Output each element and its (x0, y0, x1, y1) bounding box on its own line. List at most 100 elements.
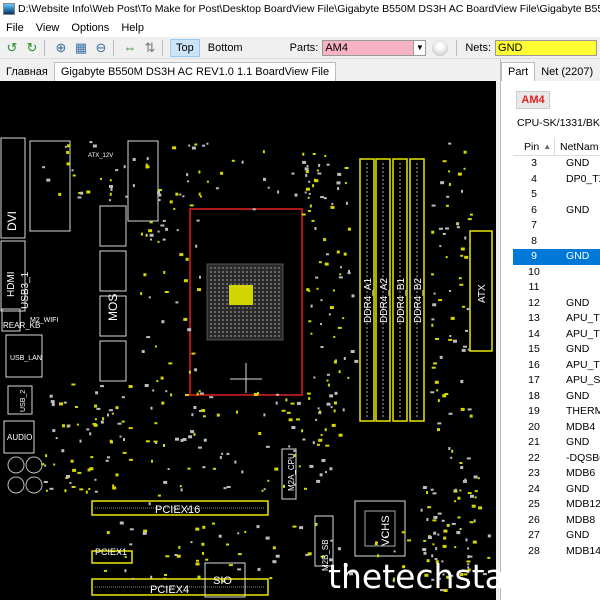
table-row[interactable]: 15 GND (513, 342, 600, 358)
sort-up-icon: ▲ (543, 142, 552, 151)
table-row[interactable]: 6 GND (513, 203, 600, 219)
pin-cell: 18 (528, 389, 540, 402)
pin-cell: 10 (528, 265, 540, 278)
table-row[interactable]: 21 GND (513, 435, 600, 451)
netname-cell (555, 234, 600, 250)
rotate-left-icon[interactable]: ↺ (4, 40, 20, 56)
menu-options[interactable]: Options (65, 22, 115, 34)
menu-view[interactable]: View (30, 22, 66, 34)
nets-search-input[interactable]: GND (495, 39, 598, 56)
pin-cell: 22 (528, 451, 540, 464)
netname-cell: APU_TD (566, 327, 600, 340)
table-row[interactable]: 19 THERM (513, 404, 600, 420)
menu-help[interactable]: Help (115, 22, 150, 34)
pin-cell: 27 (528, 529, 540, 541)
usb-lan-label: USB_LAN (10, 355, 42, 362)
mos-label: MOS (106, 294, 120, 321)
pciex1-label: PCIEX1 (95, 547, 127, 557)
table-row[interactable]: 7 (513, 218, 600, 234)
zoom-fit-icon[interactable]: ▦ (73, 40, 89, 56)
toolbar: ↺ ↻ ⊕ ▦ ⊖ ⇔ ⇅ Top Bottom Parts: AM4 ▼ Ne… (0, 37, 600, 59)
bottom-side-button[interactable]: Bottom (203, 40, 248, 56)
table-row[interactable]: 5 (513, 187, 600, 203)
menu-bar: File View Options Help (0, 18, 600, 37)
rotate-right-icon[interactable]: ↻ (24, 40, 40, 56)
usb-2-label: USB_2 (20, 390, 27, 412)
column-header-netname[interactable]: NetNam (555, 138, 599, 155)
title-bar: D:\Website Info\Web Post\To Make for Pos… (0, 0, 600, 18)
table-row[interactable]: 11 (513, 280, 600, 296)
netname-cell: THERM (566, 405, 600, 417)
table-row[interactable]: 14 APU_TD (513, 327, 600, 343)
netname-cell: APU_TE (566, 358, 600, 371)
table-row[interactable]: 17 APU_S\ (513, 373, 600, 389)
table-row[interactable]: 4 DP0_TX (513, 172, 600, 188)
pciex16-label: PCIEX16 (155, 504, 200, 516)
ddr4-b1-label: DDR4_B1 (396, 278, 407, 323)
column-header-pin[interactable]: Pin ▲ (513, 138, 555, 155)
netname-cell: APU_TE (566, 312, 600, 324)
table-row[interactable]: 12 GND (513, 296, 600, 312)
parts-search-input[interactable]: AM4 (322, 39, 415, 56)
pin-cell: 5 (531, 188, 537, 200)
netname-cell (555, 218, 600, 234)
table-row[interactable]: 25 MDB12 (513, 497, 600, 513)
netname-cell: GND (566, 529, 590, 541)
pin-cell: 12 (528, 296, 540, 309)
table-row[interactable]: 16 APU_TE (513, 358, 600, 374)
pin-cell: 14 (528, 327, 540, 340)
menu-file[interactable]: File (0, 22, 30, 34)
zoom-in-icon[interactable]: ⊕ (53, 40, 69, 56)
mirror-icon[interactable]: ⇔ (122, 40, 138, 56)
netname-cell: APU_S\ (566, 374, 600, 386)
pin-cell: 17 (528, 374, 540, 386)
pciex4-label: PCIEX4 (150, 584, 189, 596)
table-row[interactable]: 27 GND (513, 528, 600, 544)
pin-cell: 15 (528, 343, 540, 355)
table-row[interactable]: 8 (513, 234, 600, 250)
netname-cell: DP0_TX (566, 172, 600, 185)
pin-cell: 9 (531, 250, 537, 262)
flip-icon[interactable]: ⇅ (142, 40, 158, 56)
ddr4-a1-label: DDR4_A1 (363, 278, 374, 323)
netname-cell (555, 187, 600, 203)
netname-cell (555, 265, 600, 281)
chevron-down-icon[interactable]: ▼ (414, 39, 427, 56)
m2-wifi-label: M2_WIFI (30, 317, 58, 324)
window-title: D:\Website Info\Web Post\To Make for Pos… (18, 3, 600, 15)
parts-label: Parts: (289, 41, 319, 54)
table-row[interactable]: 26 MDB8 (513, 513, 600, 529)
tab-home[interactable]: Главная (0, 63, 54, 81)
atx-label: ATX (477, 284, 488, 303)
lightbulb-icon[interactable] (432, 39, 449, 56)
netname-cell: MDB4 (566, 420, 596, 433)
table-row[interactable]: 13 APU_TE (513, 311, 600, 327)
pin-cell: 24 (528, 482, 540, 495)
panel-tabs: Part Net (2207) (501, 59, 600, 81)
table-row[interactable]: 10 (513, 265, 600, 281)
top-side-button[interactable]: Top (170, 38, 200, 57)
table-body: 3GND4DP0_TX56GND789GND101112GND13APU_TE1… (513, 156, 600, 559)
table-header: Pin ▲ NetNam (513, 138, 600, 156)
netname-cell: -DQSB0 (566, 451, 600, 464)
toolbar-separator (162, 39, 163, 56)
tab-net[interactable]: Net (2207) (535, 63, 599, 81)
tab-part[interactable]: Part (501, 62, 536, 81)
table-row[interactable]: 23 MDB6 (513, 466, 600, 482)
zoom-out-icon[interactable]: ⊖ (93, 40, 109, 56)
table-row[interactable]: 9 GND (513, 249, 600, 265)
netname-cell: GND (566, 343, 590, 355)
right-panel: Part Net (2207) AM4 CPU-SK/1331/BK/S Pin… (500, 59, 600, 600)
table-row[interactable]: 3 GND (513, 156, 600, 172)
pin-cell: 3 (531, 157, 537, 169)
netname-cell (555, 280, 600, 296)
table-row[interactable]: 22 -DQSB0 (513, 451, 600, 467)
tab-boardview-file[interactable]: Gigabyte B550M DS3H AC REV1.0 1.1 BoardV… (53, 62, 337, 81)
document-tabs: Главная Gigabyte B550M DS3H AC REV1.0 1.… (0, 59, 496, 81)
pin-cell: 13 (528, 312, 540, 324)
table-row[interactable]: 18 GND (513, 389, 600, 405)
pin-cell: 16 (528, 358, 540, 371)
board-canvas[interactable]: DVI HDMI USB3_1 REAR_KB M2_WIFI USB_LAN … (0, 81, 496, 600)
table-row[interactable]: 20 MDB4 (513, 420, 600, 436)
table-row[interactable]: 24 GND (513, 482, 600, 498)
